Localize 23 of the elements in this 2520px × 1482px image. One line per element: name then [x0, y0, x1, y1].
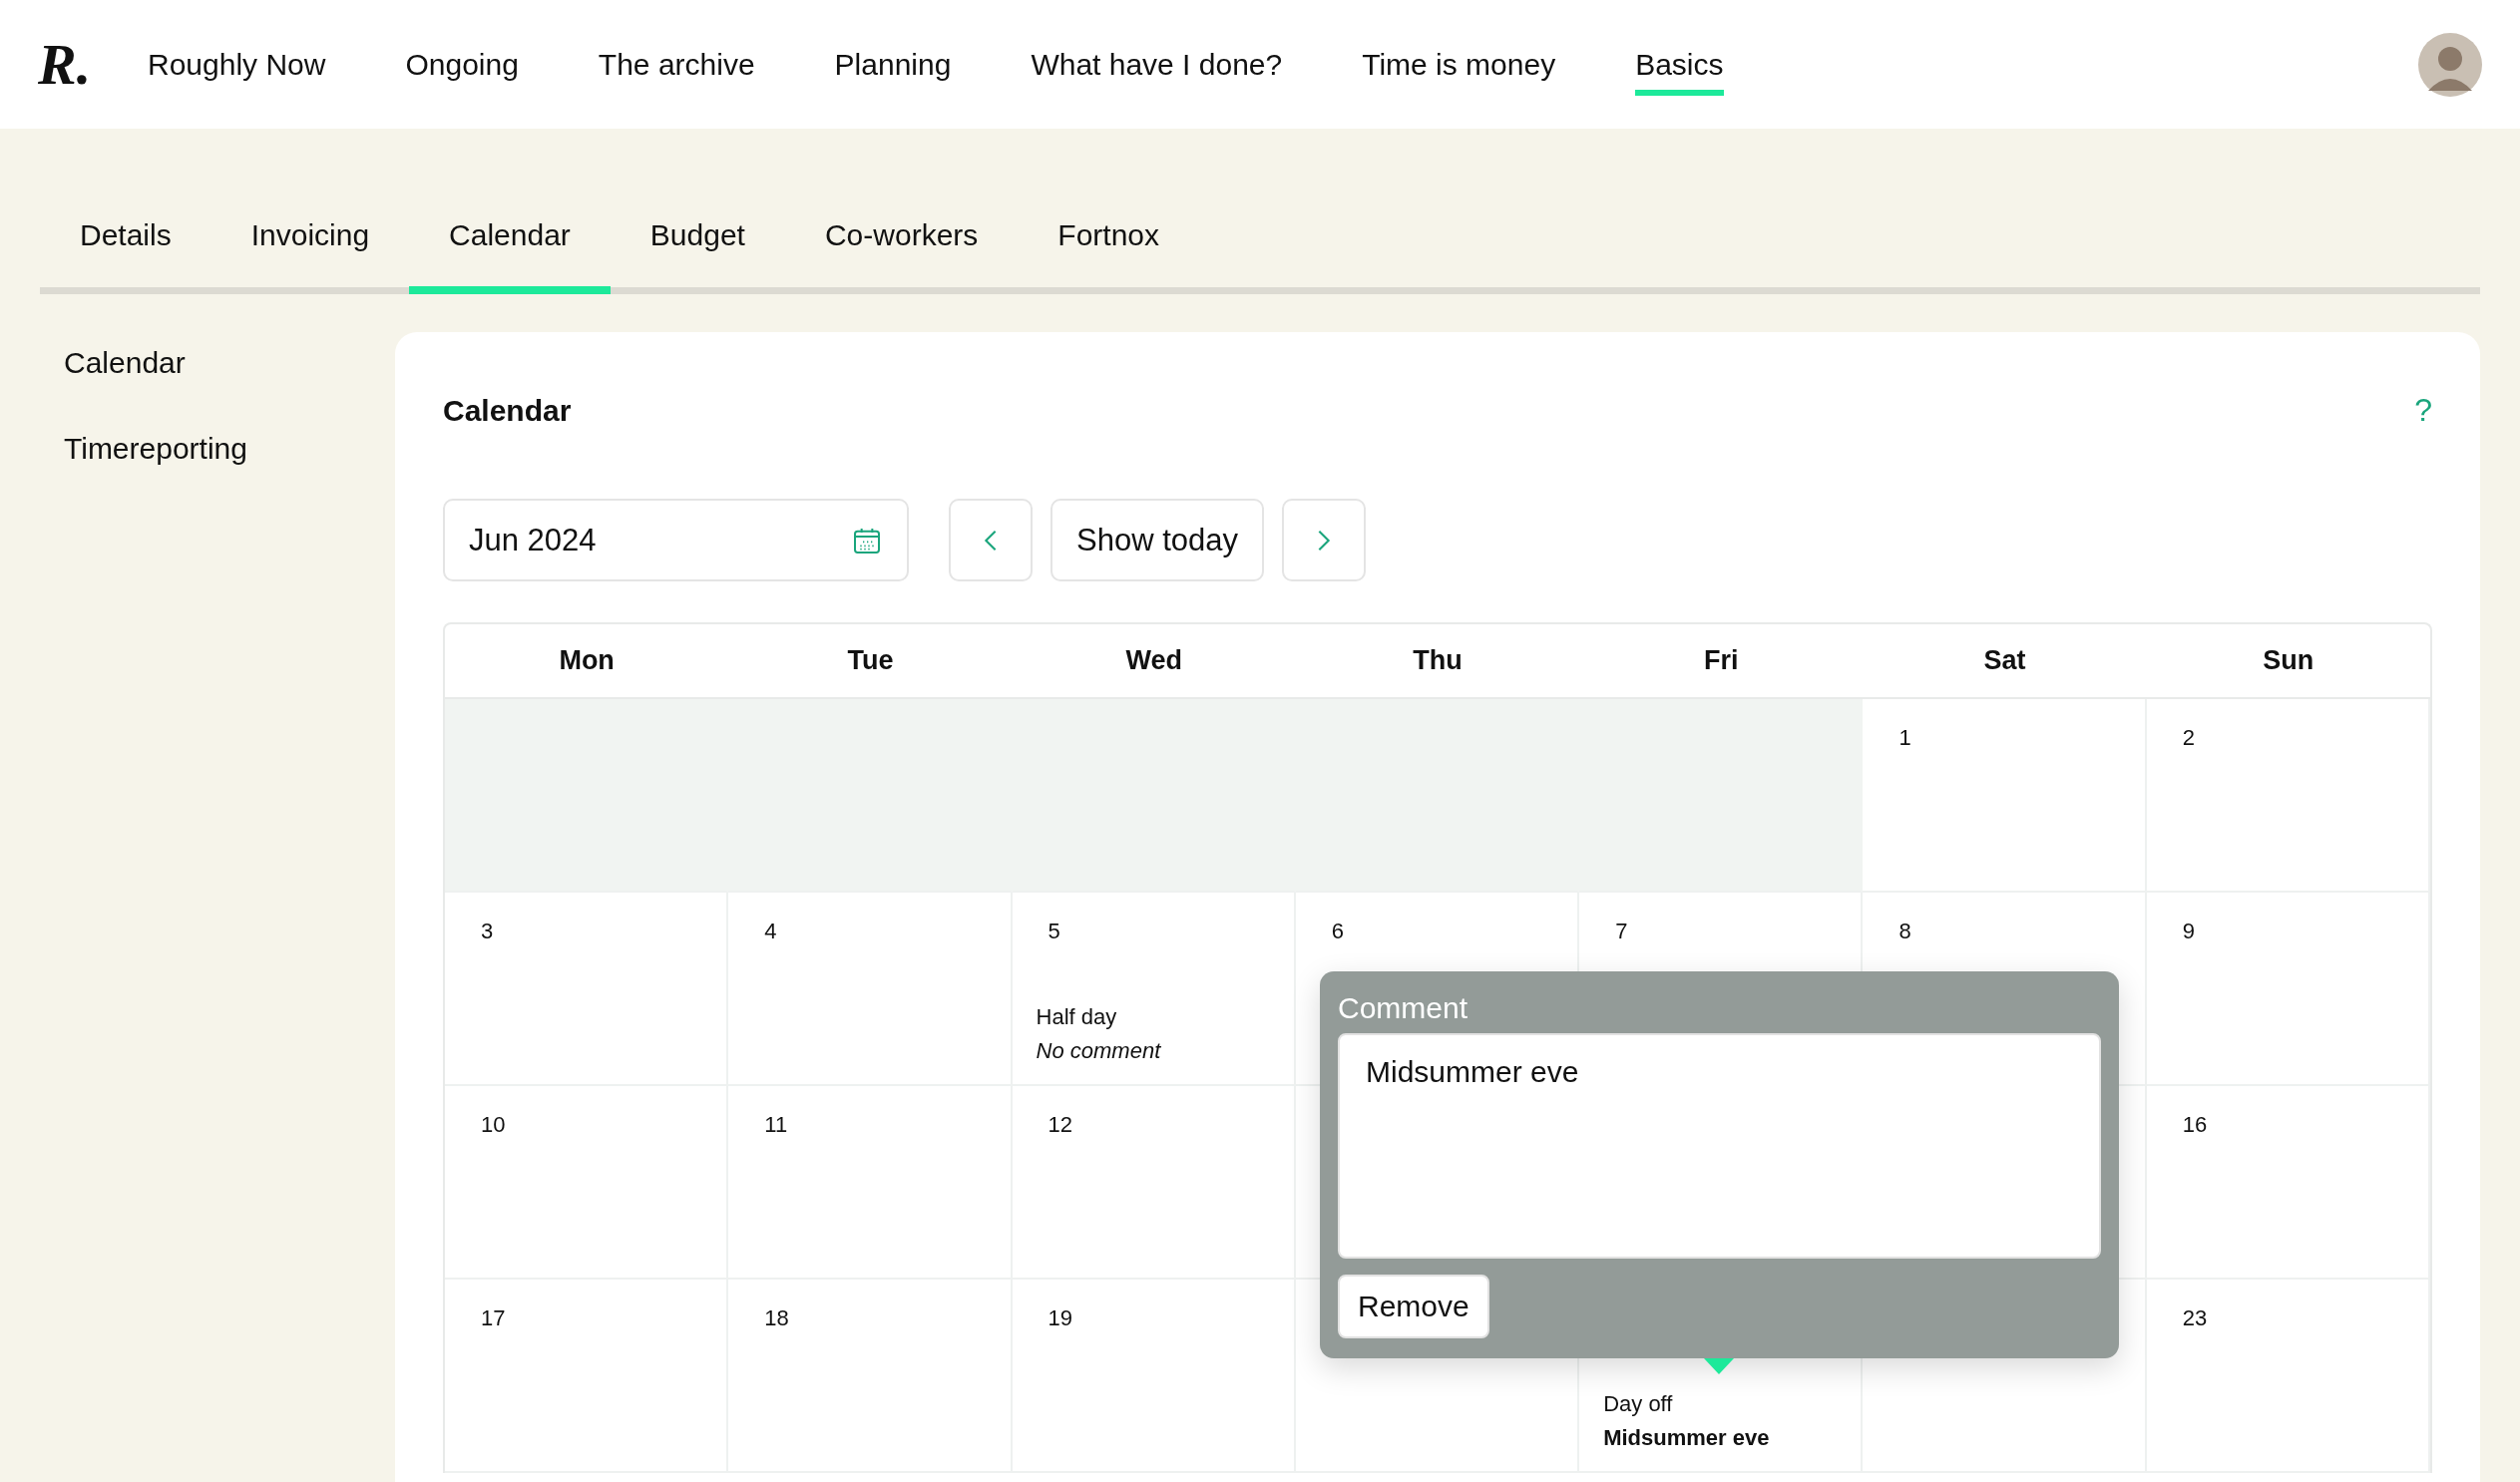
day-number: 9	[2182, 919, 2195, 944]
day-number: 1	[1898, 725, 1911, 751]
day-number: 16	[2182, 1112, 2208, 1138]
panel-title: Calendar	[443, 393, 572, 428]
day-number: 23	[2182, 1305, 2208, 1331]
day-number: 10	[481, 1112, 506, 1138]
note-label: Half day	[1036, 1004, 1118, 1030]
day-number: 18	[764, 1305, 789, 1331]
day-number: 11	[764, 1112, 788, 1138]
note-comment: Midsummer eve	[1603, 1425, 1770, 1451]
day-number: 6	[1331, 919, 1345, 944]
day-number: 3	[481, 919, 494, 944]
day-number: 5	[1048, 919, 1060, 944]
day-number: 2	[2182, 725, 2195, 751]
day-number: 4	[764, 919, 777, 944]
popup-title: Comment	[1338, 991, 1469, 1025]
day-number: 7	[1615, 919, 1628, 944]
day-number: 17	[481, 1305, 506, 1331]
day-number: 19	[1048, 1305, 1073, 1331]
day-number: 8	[1898, 919, 1911, 944]
day-number: 12	[1048, 1112, 1073, 1138]
note-label: Day off	[1603, 1391, 1674, 1417]
note-comment: No comment	[1036, 1038, 1161, 1064]
